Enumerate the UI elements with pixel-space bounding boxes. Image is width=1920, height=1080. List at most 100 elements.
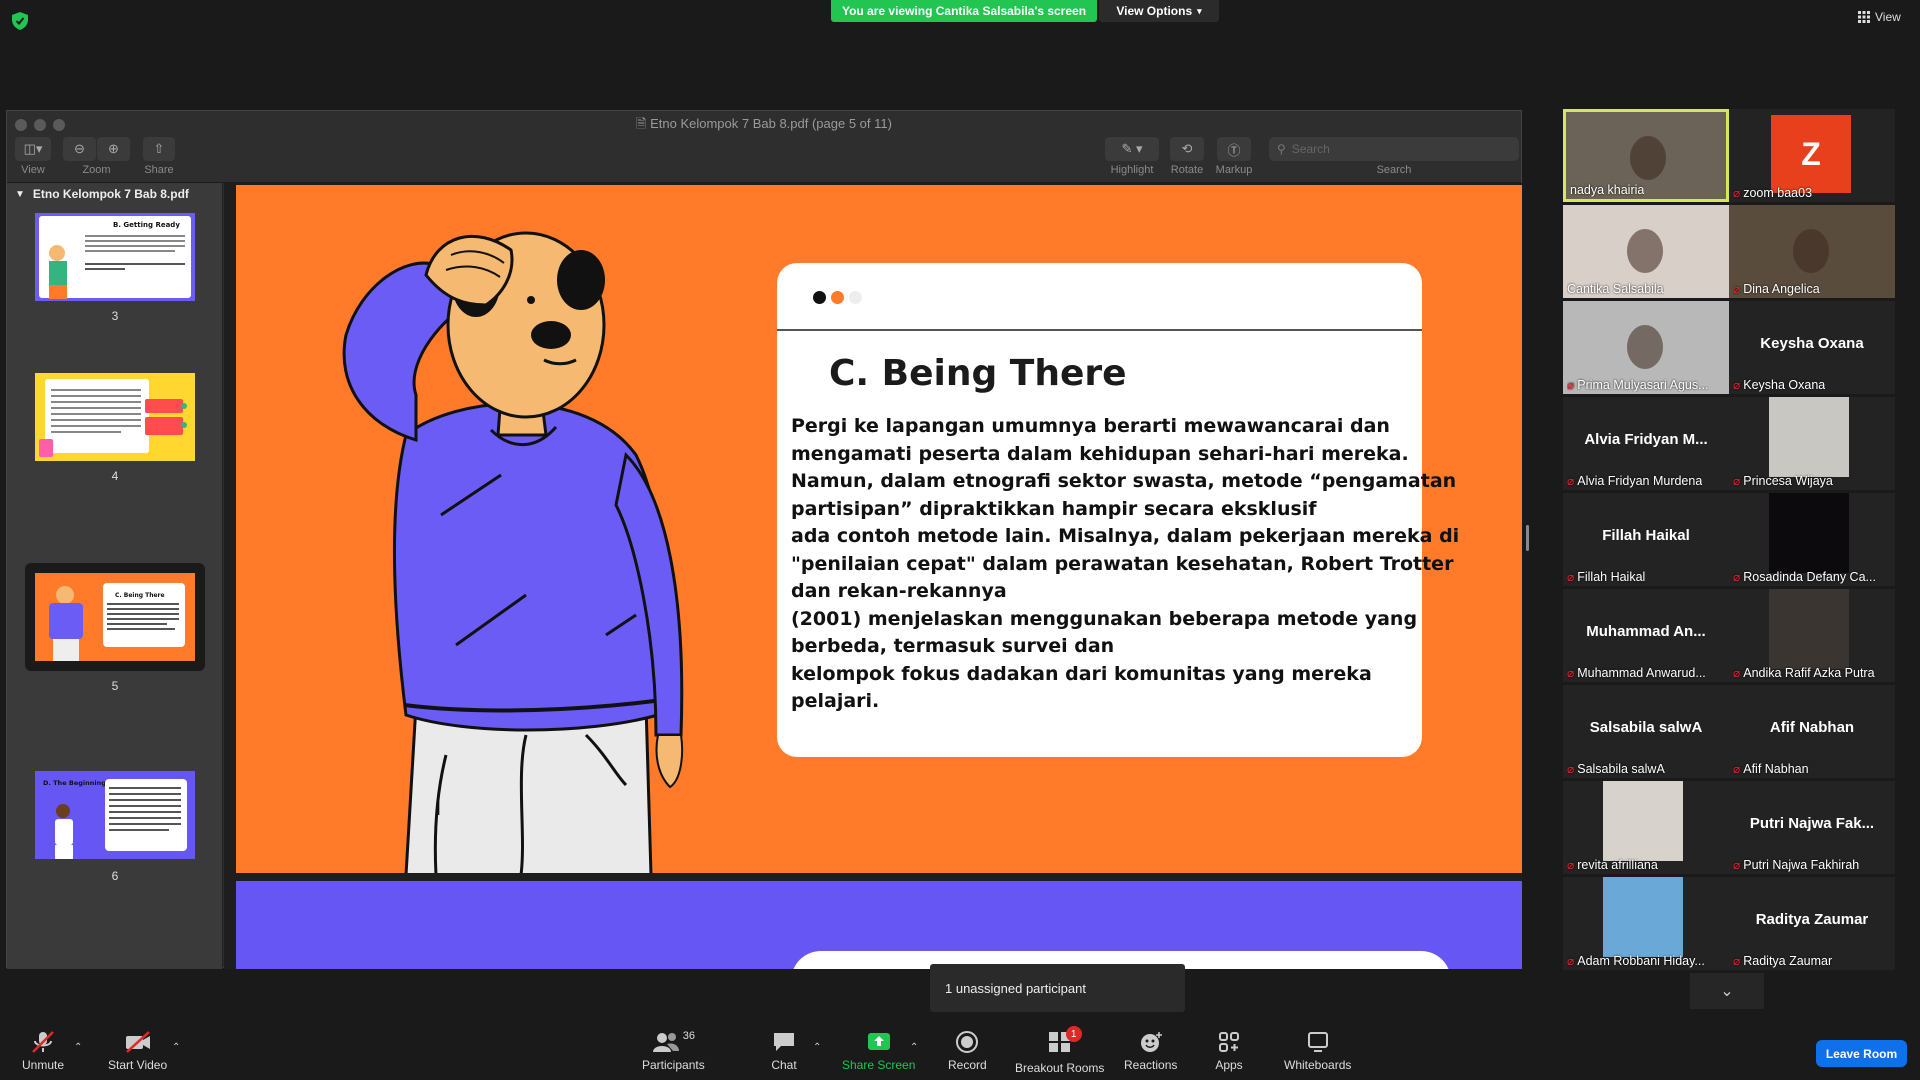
whiteboards-button[interactable]: Whiteboards <box>1284 1030 1351 1072</box>
participant-tile[interactable]: Afif Nabhan ⌀ Afif Nabhan <box>1729 685 1895 778</box>
view-layout-button[interactable]: View <box>1858 10 1901 24</box>
participant-tile[interactable]: Putri Najwa Fak... ⌀ Putri Najwa Fakhirah <box>1729 781 1895 874</box>
participant-name: Putri Najwa Fakhirah <box>1743 858 1860 872</box>
rotate-button[interactable]: ⟲ <box>1170 137 1204 161</box>
unmute-button[interactable]: Unmute <box>22 1030 64 1072</box>
participant-name: Princesa Wijaya <box>1743 474 1833 488</box>
participant-tile[interactable]: ⌀ Prima Mulyasari Agus... <box>1563 301 1729 394</box>
reactions-button[interactable]: Reactions <box>1124 1030 1177 1072</box>
zoom-out-icon: ⊖ <box>74 141 85 156</box>
markup-button[interactable]: Ⓣ <box>1217 137 1251 161</box>
card-divider <box>777 329 1422 331</box>
document-content-area[interactable]: I C. Being There Pergi ke lapangan umumn… <box>224 183 1522 969</box>
participant-video <box>1603 877 1683 957</box>
apps-label: Apps <box>1215 1058 1243 1072</box>
record-label: Record <box>948 1058 987 1072</box>
leave-room-button[interactable]: Leave Room <box>1816 1040 1907 1067</box>
panel-resize-handle[interactable] <box>1526 525 1529 551</box>
start-video-label: Start Video <box>108 1058 168 1072</box>
zoom-out-button[interactable]: ⊖ <box>63 137 96 161</box>
participant-tile[interactable]: ⌀ Rosadinda Defany Ca... <box>1729 493 1895 586</box>
participant-tile[interactable]: ⌀ revita afrilliana <box>1563 781 1729 874</box>
share-screen-button[interactable]: Share Screen <box>842 1030 915 1072</box>
participant-name: Alvia Fridyan Murdena <box>1577 474 1703 488</box>
page-thumbnail-5[interactable]: C. Being There <box>35 573 195 661</box>
participant-tile[interactable]: Salsabila salwA ⌀ Salsabila salwA <box>1563 685 1729 778</box>
gallery-next-page-button[interactable]: ⌄ <box>1690 973 1764 1009</box>
record-button[interactable]: Record <box>948 1030 987 1072</box>
card-dot-light <box>849 291 862 304</box>
participant-tile[interactable]: nadya khairia <box>1563 109 1729 202</box>
search-input[interactable]: ⚲ Search <box>1269 137 1519 161</box>
participant-name-label: nadya khairia <box>1570 183 1644 197</box>
markup-pen-icon: Ⓣ <box>1227 142 1241 158</box>
sidebar-view-button[interactable]: ◫▾ <box>15 137 51 161</box>
mic-muted-icon: ⌀ <box>1567 570 1575 584</box>
participant-tile[interactable]: Alvia Fridyan M... ⌀ Alvia Fridyan Murdena <box>1563 397 1729 490</box>
security-shield-icon[interactable] <box>12 12 28 30</box>
participant-tile[interactable]: ⌀ Dina Angelica <box>1729 205 1895 298</box>
participant-name: Fillah Haikal <box>1577 570 1646 584</box>
thumb-3-heading: B. Getting Ready <box>113 221 180 229</box>
breakout-rooms-button[interactable]: 1 Breakout Rooms <box>1015 1026 1104 1075</box>
participant-video <box>1603 781 1683 861</box>
participant-tile[interactable]: ⌀ Adam Robbani Hiday... <box>1563 877 1729 970</box>
chat-options-caret[interactable]: ⌃ <box>813 1042 821 1053</box>
participant-tile[interactable]: Fillah Haikal ⌀ Fillah Haikal <box>1563 493 1729 586</box>
markup-tool-label: Markup <box>1215 164 1253 176</box>
thumb-5-heading: C. Being There <box>115 592 165 599</box>
page-thumbnail-6[interactable]: D. The Beginning <box>35 771 195 859</box>
highlight-tool-label: Highlight <box>1110 164 1154 176</box>
participant-tile[interactable]: Z ⌀ zoom baa03 <box>1729 109 1895 202</box>
audio-options-caret[interactable]: ⌃ <box>74 1042 82 1053</box>
chat-button[interactable]: Chat <box>770 1030 798 1072</box>
zoom-in-icon: ⊕ <box>108 141 119 156</box>
page-thumbnail-3[interactable]: B. Getting Ready <box>35 213 195 301</box>
participant-display-name: Putri Najwa Fak... <box>1749 815 1875 832</box>
participant-name-label: ⌀ Rosadinda Defany Ca... <box>1733 570 1876 584</box>
participant-display-name: Alvia Fridyan M... <box>1584 431 1708 448</box>
highlight-button[interactable]: ✎ ▾ <box>1105 137 1159 161</box>
apps-button[interactable]: Apps <box>1215 1030 1243 1072</box>
participant-name: Muhammad Anwarud... <box>1577 666 1706 680</box>
video-options-caret[interactable]: ⌃ <box>172 1042 180 1053</box>
participant-name-label: Cantika Salsabila <box>1567 282 1664 296</box>
body-line: Namun, dalam etnografi sektor swasta, me… <box>791 470 1457 492</box>
mic-muted-icon: ⌀ <box>1733 666 1741 680</box>
search-tool-label: Search <box>1376 164 1412 176</box>
text-cursor-icon: I <box>436 799 442 819</box>
avatar: Z <box>1771 115 1851 193</box>
share-options-caret[interactable]: ⌃ <box>910 1042 918 1053</box>
page-number-6: 6 <box>111 869 119 883</box>
participant-display-name: Muhammad An... <box>1586 623 1706 640</box>
body-line: dan rekan-rekannya <box>791 580 1007 602</box>
confused-man-illustration <box>342 231 684 873</box>
slide-text-card: C. Being There Pergi ke lapangan umumnya… <box>777 263 1460 757</box>
participant-silhouette <box>1627 229 1663 273</box>
participant-tile[interactable]: Cantika Salsabila <box>1563 205 1729 298</box>
page-thumbnail-4[interactable] <box>35 373 195 461</box>
body-line: ada contoh metode lain. Misalnya, dalam … <box>791 525 1460 547</box>
participants-button[interactable]: 36 Participants <box>642 1030 705 1072</box>
share-button[interactable]: ⇧ <box>143 137 175 161</box>
participant-tile[interactable]: Keysha Oxana ⌀ Keysha Oxana <box>1729 301 1895 394</box>
unassigned-participant-tooltip: 1 unassigned participant <box>930 964 1185 1012</box>
start-video-button[interactable]: Start Video <box>108 1030 167 1072</box>
participant-name-label: ⌀ Andika Rafif Azka Putra <box>1733 666 1875 680</box>
sidebar-document-title[interactable]: ▼ Etno Kelompok 7 Bab 8.pdf <box>15 187 189 201</box>
participant-tile[interactable]: ⌀ Andika Rafif Azka Putra <box>1729 589 1895 682</box>
mic-muted-icon: ⌀ <box>1567 666 1575 680</box>
view-options-button[interactable]: View Options ▾ <box>1099 0 1219 22</box>
body-line: (2001) menjelaskan menggunakan beberapa … <box>791 607 1418 630</box>
participant-tile[interactable]: ⌀ Princesa Wijaya <box>1729 397 1895 490</box>
participant-tile[interactable]: Muhammad An... ⌀ Muhammad Anwarud... <box>1563 589 1729 682</box>
zoom-in-button[interactable]: ⊕ <box>97 137 130 161</box>
mic-muted-icon: ⌀ <box>1567 762 1575 776</box>
mic-muted-icon: ⌀ <box>1733 186 1741 200</box>
participant-name: nadya khairia <box>1570 183 1645 197</box>
chat-bubble-icon <box>774 1033 794 1051</box>
participant-display-name: Raditya Zaumar <box>1755 911 1869 928</box>
participant-name-label: ⌀ Salsabila salwA <box>1567 762 1665 776</box>
participant-tile[interactable]: Raditya Zaumar ⌀ Raditya Zaumar <box>1729 877 1895 970</box>
body-line: Pergi ke lapangan umumnya berarti mewawa… <box>791 415 1390 437</box>
